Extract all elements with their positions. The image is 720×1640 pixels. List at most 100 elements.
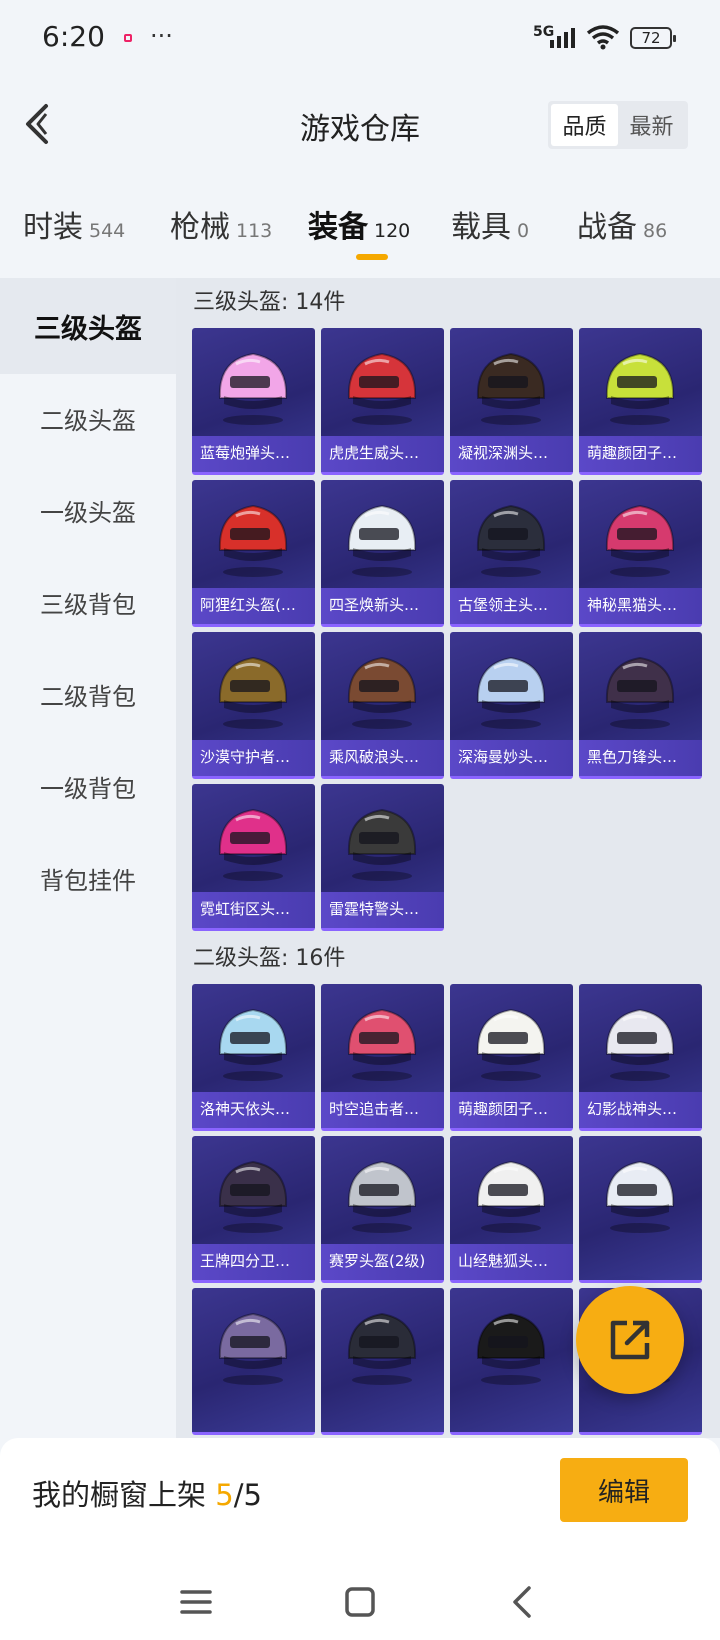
signal-icon bbox=[550, 28, 575, 48]
item-card[interactable]: 古堡领主头… bbox=[450, 480, 573, 627]
item-card[interactable]: 凝视深渊头… bbox=[450, 328, 573, 475]
helmet-image bbox=[208, 1146, 298, 1236]
helmet-image bbox=[466, 338, 556, 428]
item-card[interactable]: 幻影战神头… bbox=[579, 984, 702, 1131]
helmet-image bbox=[595, 994, 685, 1084]
warehouse-page: 6:20 ··· 5G 72 游戏仓库 品质 最新 时装 544 枪械 113 … bbox=[0, 0, 720, 1640]
item-card[interactable]: 深海曼妙头… bbox=[450, 632, 573, 779]
item-card[interactable]: 王牌四分卫… bbox=[192, 1136, 315, 1283]
status-time: 6:20 bbox=[42, 20, 105, 53]
section-title: 二级头盔: 16件 bbox=[193, 946, 346, 971]
sidebar: 三级头盔 二级头盔 一级头盔 三级背包 二级背包 一级背包 背包挂件 bbox=[0, 278, 176, 1438]
showcase-current: 5 bbox=[215, 1478, 234, 1512]
helmet-image bbox=[466, 1298, 556, 1388]
item-name: 四圣焕新头… bbox=[321, 588, 444, 624]
helmet-image bbox=[208, 794, 298, 884]
item-name: 雷霆特警头… bbox=[321, 892, 444, 928]
item-name: 赛罗头盔(2级) bbox=[321, 1244, 444, 1280]
sort-quality[interactable]: 品质 bbox=[551, 104, 618, 146]
helmet-image bbox=[208, 338, 298, 428]
item-card[interactable]: 神秘黑猫头… bbox=[579, 480, 702, 627]
item-card[interactable]: 时空追击者… bbox=[321, 984, 444, 1131]
item-card[interactable]: 赛罗头盔(2级) bbox=[321, 1136, 444, 1283]
sidebar-item-backpack-charm[interactable]: 背包挂件 bbox=[0, 830, 176, 926]
active-tab-indicator bbox=[356, 254, 388, 260]
sidebar-item-level2-backpack[interactable]: 二级背包 bbox=[0, 646, 176, 742]
battery-indicator: 72 bbox=[630, 27, 676, 49]
helmet-image bbox=[466, 1146, 556, 1236]
tab-fashion[interactable]: 时装 544 bbox=[23, 202, 125, 246]
section-title: 三级头盔: 14件 bbox=[193, 290, 346, 315]
item-grid: 蓝莓炮弹头… 虎虎生威头… 凝视深渊头… 萌趣颜团子… 阿狸红头盔(… 四圣焕新头… 古堡领… bbox=[192, 328, 704, 931]
item-card[interactable]: 山经魅狐头… bbox=[450, 1136, 573, 1283]
item-card[interactable] bbox=[321, 1288, 444, 1435]
tab-count: 113 bbox=[236, 220, 273, 242]
item-card[interactable]: 黑色刀锋头… bbox=[579, 632, 702, 779]
sort-newest[interactable]: 最新 bbox=[618, 104, 685, 146]
menu-icon[interactable] bbox=[176, 1582, 216, 1622]
item-card[interactable]: 沙漠守护者… bbox=[192, 632, 315, 779]
helmet-image bbox=[595, 642, 685, 732]
tab-count: 0 bbox=[517, 220, 530, 242]
helmet-image bbox=[337, 794, 427, 884]
item-name: 幻影战神头… bbox=[579, 1092, 702, 1128]
tab-label: 枪械 bbox=[170, 210, 230, 245]
nav-back-icon[interactable] bbox=[503, 1582, 543, 1622]
item-card[interactable] bbox=[192, 1288, 315, 1435]
item-card[interactable]: 萌趣颜团子… bbox=[579, 328, 702, 475]
item-name: 萌趣颜团子… bbox=[579, 436, 702, 472]
status-bar: 6:20 ··· 5G 72 bbox=[0, 0, 720, 80]
helmet-image bbox=[337, 1298, 427, 1388]
item-card[interactable]: 雷霆特警头… bbox=[321, 784, 444, 931]
sort-toggle: 品质 最新 bbox=[548, 101, 688, 149]
helmet-image bbox=[595, 338, 685, 428]
wifi-icon bbox=[586, 25, 620, 50]
tab-vehicles[interactable]: 载具 0 bbox=[451, 202, 529, 246]
item-card[interactable]: 霓虹街区头… bbox=[192, 784, 315, 931]
showcase-status: 我的橱窗上架 5/5 bbox=[32, 1472, 262, 1514]
showcase-label: 我的橱窗上架 bbox=[32, 1478, 207, 1512]
helmet-image bbox=[208, 642, 298, 732]
item-card[interactable]: 蓝莓炮弹头… bbox=[192, 328, 315, 475]
sidebar-item-level3-helmet[interactable]: 三级头盔 bbox=[0, 278, 176, 374]
tab-guns[interactable]: 枪械 113 bbox=[170, 202, 272, 246]
item-name: 黑色刀锋头… bbox=[579, 740, 702, 776]
helmet-image bbox=[595, 1146, 685, 1236]
item-card[interactable]: 洛神天依头… bbox=[192, 984, 315, 1131]
helmet-image bbox=[466, 490, 556, 580]
helmet-image bbox=[337, 490, 427, 580]
helmet-image bbox=[337, 1146, 427, 1236]
item-card[interactable]: 萌趣颜团子… bbox=[450, 984, 573, 1131]
item-card[interactable]: 阿狸红头盔(… bbox=[192, 480, 315, 627]
item-name: 神秘黑猫头… bbox=[579, 588, 702, 624]
header: 游戏仓库 品质 最新 bbox=[0, 80, 720, 170]
showcase-total: /5 bbox=[233, 1478, 262, 1512]
share-button[interactable] bbox=[576, 1286, 684, 1394]
item-card[interactable]: 乘风破浪头… bbox=[321, 632, 444, 779]
share-icon bbox=[610, 1320, 650, 1360]
sidebar-item-level1-backpack[interactable]: 一级背包 bbox=[0, 738, 176, 834]
item-card[interactable] bbox=[579, 1136, 702, 1283]
sidebar-item-level1-helmet[interactable]: 一级头盔 bbox=[0, 462, 176, 558]
item-card[interactable]: 虎虎生威头… bbox=[321, 328, 444, 475]
item-card[interactable]: 四圣焕新头… bbox=[321, 480, 444, 627]
sidebar-item-level3-backpack[interactable]: 三级背包 bbox=[0, 554, 176, 650]
item-name: 山经魅狐头… bbox=[450, 1244, 573, 1280]
edit-button[interactable]: 编辑 bbox=[560, 1458, 688, 1522]
sidebar-item-level2-helmet[interactable]: 二级头盔 bbox=[0, 370, 176, 466]
item-name: 洛神天依头… bbox=[192, 1092, 315, 1128]
item-content: 三级头盔: 14件 蓝莓炮弹头… 虎虎生威头… 凝视深渊头… 萌趣颜团子… 阿狸红头盔(… bbox=[176, 278, 720, 1438]
item-name: 蓝莓炮弹头… bbox=[192, 436, 315, 472]
category-tabs: 时装 544 枪械 113 装备 120 载具 0 战备 86 bbox=[0, 190, 720, 270]
tab-equipment[interactable]: 装备 120 bbox=[308, 202, 410, 246]
item-name: 霓虹街区头… bbox=[192, 892, 315, 928]
system-nav-bar bbox=[0, 1568, 720, 1640]
helmet-image bbox=[208, 1298, 298, 1388]
item-card[interactable] bbox=[450, 1288, 573, 1435]
item-name: 凝视深渊头… bbox=[450, 436, 573, 472]
tab-gear[interactable]: 战备 86 bbox=[577, 202, 667, 246]
tab-label: 装备 bbox=[308, 210, 368, 245]
helmet-image bbox=[595, 490, 685, 580]
home-icon[interactable] bbox=[340, 1582, 380, 1622]
helmet-image bbox=[337, 994, 427, 1084]
